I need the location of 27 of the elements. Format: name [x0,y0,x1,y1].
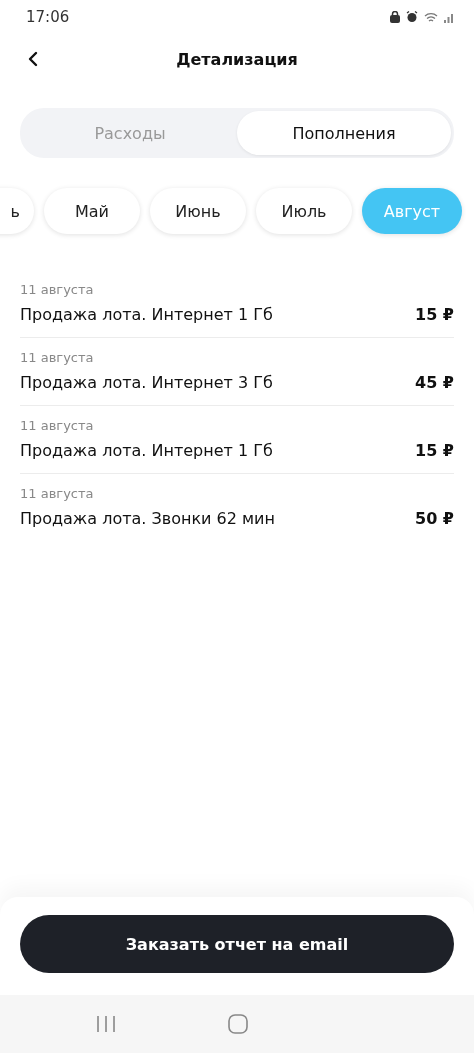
month-chip[interactable]: ь [0,188,34,234]
page-title: Детализация [176,49,298,69]
transaction-date: 11 августа [20,282,95,297]
transaction-amount: 45 ₽ [415,373,454,392]
month-chip[interactable]: Май [44,188,140,234]
transaction-date: 11 августа [20,418,95,433]
transaction-title: Продажа лота. Интернет 3 Гб [20,373,273,392]
signal-icon [444,11,456,23]
alarm-icon [406,11,418,23]
transaction-amount: 50 ₽ [415,509,454,528]
status-time: 17:06 [26,8,70,26]
lock-icon [390,11,400,23]
email-report-button[interactable]: Заказать отчет на email [20,915,454,973]
transaction-title: Продажа лота. Интернет 1 Гб [20,305,273,324]
back-icon[interactable] [28,51,38,67]
transaction-amount: 15 ₽ [415,305,454,324]
transaction-date: 11 августа [20,486,95,501]
transaction-title: Продажа лота. Интернет 1 Гб [20,441,273,460]
transaction-title: Продажа лота. Звонки 62 мин [20,509,275,528]
transaction-date: 11 августа [20,350,95,365]
home-icon[interactable] [228,1014,248,1034]
wifi-icon [424,11,438,23]
month-chip[interactable]: Июнь [150,188,246,234]
recents-icon[interactable] [95,1015,118,1033]
month-chip[interactable]: Июль [256,188,352,234]
segment-tab[interactable]: Пополнения [237,111,451,155]
transaction-amount: 15 ₽ [415,441,454,460]
